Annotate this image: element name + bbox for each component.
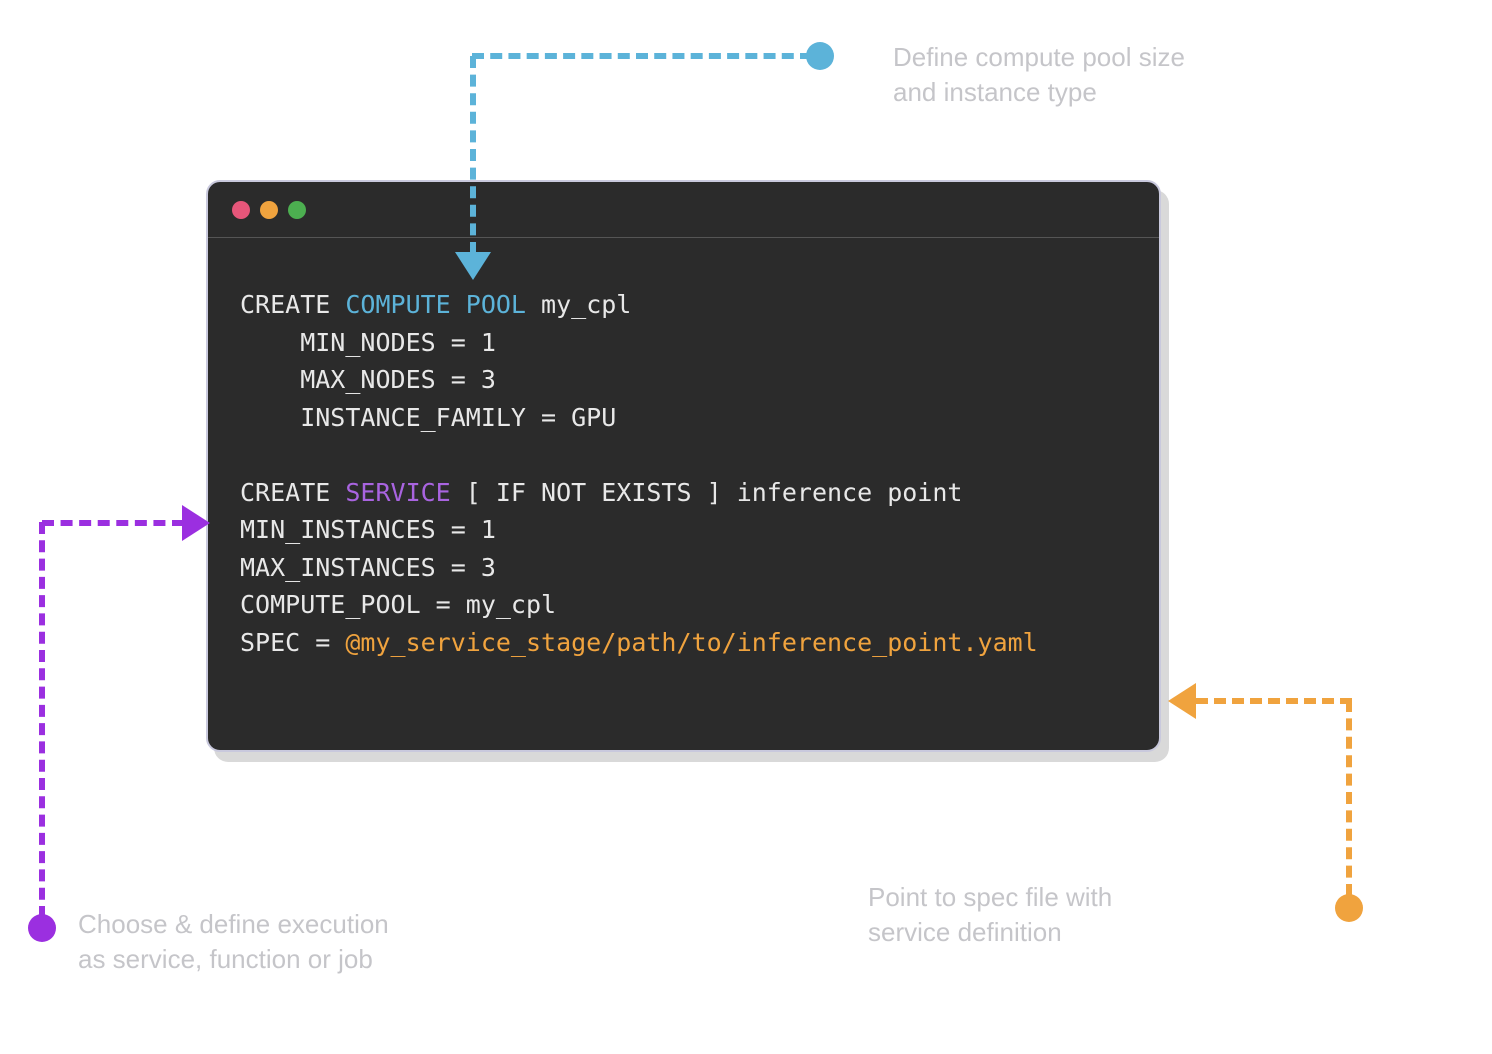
callout-connector [42,520,184,526]
annotation-spec: Point to spec file withservice definitio… [868,880,1112,950]
code-text: SPEC = [240,628,345,657]
arrowhead-icon [455,252,491,280]
code-text: MAX_INSTANCES = 3 [240,553,496,582]
callout-connector [1196,698,1352,704]
code-text: COMPUTE_POOL = my_cpl [240,590,556,619]
callout-connector [1346,700,1352,896]
callout-connector [470,56,476,254]
keyword-service: SERVICE [345,478,450,507]
annotation-compute-pool: Define compute pool sizeand instance typ… [893,40,1185,110]
code-text: MIN_INSTANCES = 1 [240,515,496,544]
callout-dot-icon [806,42,834,70]
callout-connector [472,53,812,59]
callout-dot-icon [28,914,56,942]
keyword-compute-pool: COMPUTE POOL [345,290,526,319]
code-text: CREATE [240,290,345,319]
annotation-service: Choose & define executionas service, fun… [78,907,389,977]
close-icon [232,201,250,219]
code-text: INSTANCE_FAMILY = GPU [240,403,616,432]
arrowhead-icon [1168,683,1196,719]
code-text: CREATE [240,478,345,507]
code-block: CREATE COMPUTE POOL my_cpl MIN_NODES = 1… [208,238,1159,693]
code-text: MIN_NODES = 1 [240,328,496,357]
callout-connector [39,522,45,918]
maximize-icon [288,201,306,219]
code-text: my_cpl [526,290,631,319]
arrowhead-icon [182,505,210,541]
callout-dot-icon [1335,894,1363,922]
code-text: [ IF NOT EXISTS ] inference point [451,478,963,507]
spec-path: @my_service_stage/path/to/inference_poin… [345,628,1037,657]
code-text: MAX_NODES = 3 [240,365,496,394]
titlebar [208,182,1159,238]
minimize-icon [260,201,278,219]
terminal-window: CREATE COMPUTE POOL my_cpl MIN_NODES = 1… [206,180,1161,752]
